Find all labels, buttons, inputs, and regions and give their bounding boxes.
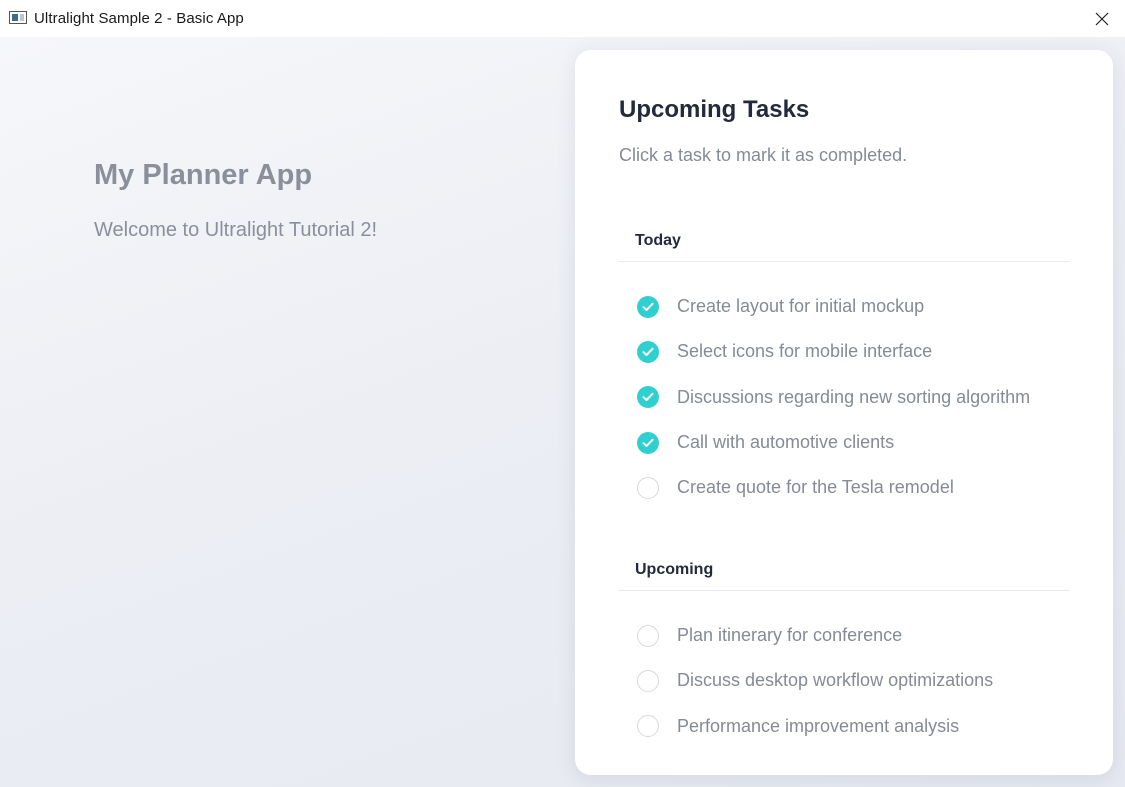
check-icon	[642, 302, 654, 311]
app-window: Ultralight Sample 2 - Basic App My Plann…	[0, 0, 1125, 787]
close-button[interactable]	[1079, 0, 1125, 37]
task-item[interactable]: Performance improvement analysis	[619, 704, 1069, 749]
check-icon	[642, 438, 654, 447]
tasks-card: Upcoming Tasks Click a task to mark it a…	[575, 50, 1113, 775]
task-checkbox[interactable]	[637, 715, 659, 738]
task-item[interactable]: Create layout for initial mockup	[619, 284, 1069, 329]
welcome-title: My Planner App	[94, 159, 313, 191]
title-bar: Ultralight Sample 2 - Basic App	[0, 0, 1125, 37]
check-icon	[642, 347, 654, 356]
task-label: Create quote for the Tesla remodel	[677, 477, 954, 498]
task-label: Select icons for mobile interface	[677, 341, 933, 362]
task-label: Discuss desktop workflow optimizations	[677, 670, 994, 691]
task-checkbox[interactable]	[637, 624, 659, 647]
task-label: Performance improvement analysis	[677, 715, 960, 736]
task-label: Call with automotive clients	[677, 432, 895, 453]
task-list-upcoming: Plan itinerary for conference Discuss de…	[619, 613, 1069, 749]
task-checkbox[interactable]	[637, 340, 659, 363]
task-label: Plan itinerary for conference	[677, 625, 903, 646]
section-title: Upcoming	[635, 561, 714, 578]
task-item[interactable]: Select icons for mobile interface	[619, 329, 1069, 374]
content-area: My Planner App Welcome to Ultralight Tut…	[0, 37, 1125, 787]
app-icon	[9, 11, 27, 24]
task-checkbox[interactable]	[637, 295, 659, 318]
task-checkbox[interactable]	[637, 669, 659, 692]
task-item[interactable]: Plan itinerary for conference	[619, 613, 1069, 658]
tasks-title: Upcoming Tasks	[619, 96, 810, 123]
section-title: Today	[635, 232, 681, 249]
check-icon	[642, 393, 654, 402]
welcome-subtitle: Welcome to Ultralight Tutorial 2!	[94, 219, 378, 241]
task-item[interactable]: Discuss desktop workflow optimizations	[619, 658, 1069, 703]
task-list-today: Create layout for initial mockup Select …	[619, 284, 1069, 510]
task-checkbox[interactable]	[637, 386, 659, 409]
tasks-subtitle: Click a task to mark it as completed.	[619, 145, 908, 165]
task-item[interactable]: Discussions regarding new sorting algori…	[619, 375, 1069, 420]
task-label: Create layout for initial mockup	[677, 296, 925, 317]
section-header-today: Today	[619, 212, 1069, 262]
task-checkbox[interactable]	[637, 476, 659, 499]
window-title: Ultralight Sample 2 - Basic App	[34, 10, 244, 27]
task-item[interactable]: Create quote for the Tesla remodel	[619, 465, 1069, 510]
task-item[interactable]: Call with automotive clients	[619, 420, 1069, 465]
section-header-upcoming: Upcoming	[619, 541, 1069, 591]
task-label: Discussions regarding new sorting algori…	[677, 386, 1031, 407]
task-checkbox[interactable]	[637, 431, 659, 454]
close-icon	[1095, 12, 1109, 25]
